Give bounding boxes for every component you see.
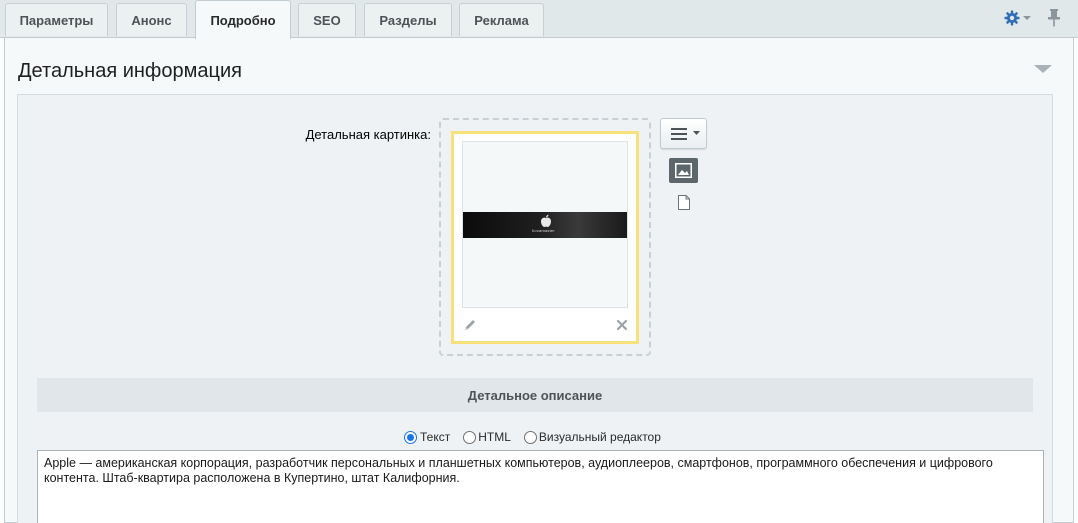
- detail-description-header: Детальное описание: [37, 378, 1033, 412]
- radio-dot[interactable]: [463, 430, 477, 444]
- gear-icon: [1004, 10, 1020, 26]
- radio-dot[interactable]: [523, 430, 537, 444]
- pencil-icon[interactable]: [463, 318, 477, 332]
- picture-actions-button[interactable]: [660, 118, 707, 149]
- hamburger-menu-icon: [671, 128, 687, 140]
- collapse-arrow-icon[interactable]: [1034, 65, 1052, 73]
- image-mode-button[interactable]: [669, 158, 698, 183]
- radio-dot[interactable]: [404, 430, 417, 444]
- tab-sections[interactable]: Разделы: [364, 3, 452, 36]
- tab-details[interactable]: Подробно: [195, 0, 291, 39]
- mode-text-radio[interactable]: Текст: [404, 430, 450, 444]
- mode-html-label: HTML: [478, 430, 511, 444]
- picture-thumbnail: Ilovamaster: [463, 212, 627, 238]
- mode-html-radio[interactable]: HTML: [463, 430, 511, 444]
- mode-visual-editor-label: Визуальный редактор: [538, 430, 661, 444]
- detail-picture-label: Детальная картинка:: [305, 127, 431, 142]
- image-icon: [675, 163, 692, 178]
- mode-text-label: Текст: [420, 430, 451, 444]
- tab-parameters[interactable]: Параметры: [5, 3, 108, 36]
- tab-seo[interactable]: SEO: [298, 3, 356, 36]
- thumbnail-caption: Ilovamaster: [532, 228, 555, 233]
- apple-logo-icon: [541, 214, 551, 227]
- mode-visual-editor-radio[interactable]: Визуальный редактор: [523, 430, 661, 444]
- chevron-down-icon: [1023, 16, 1031, 20]
- file-icon[interactable]: [678, 195, 690, 210]
- chevron-down-icon: [693, 131, 700, 135]
- tab-advertising[interactable]: Реклама: [459, 3, 544, 36]
- tab-bar: Параметры Анонс Подробно SEO Разделы Рек…: [0, 0, 1078, 39]
- tab-announce[interactable]: Анонс: [116, 3, 187, 36]
- pin-icon[interactable]: [1047, 8, 1061, 28]
- section-title: Детальная информация: [18, 60, 242, 82]
- close-icon[interactable]: [615, 318, 629, 332]
- settings-menu-button[interactable]: [1004, 9, 1034, 27]
- description-mode-selector: Текст HTML Визуальный редактор: [404, 428, 661, 446]
- detail-description-textarea[interactable]: Apple — американская корпорация, разрабо…: [37, 450, 1044, 523]
